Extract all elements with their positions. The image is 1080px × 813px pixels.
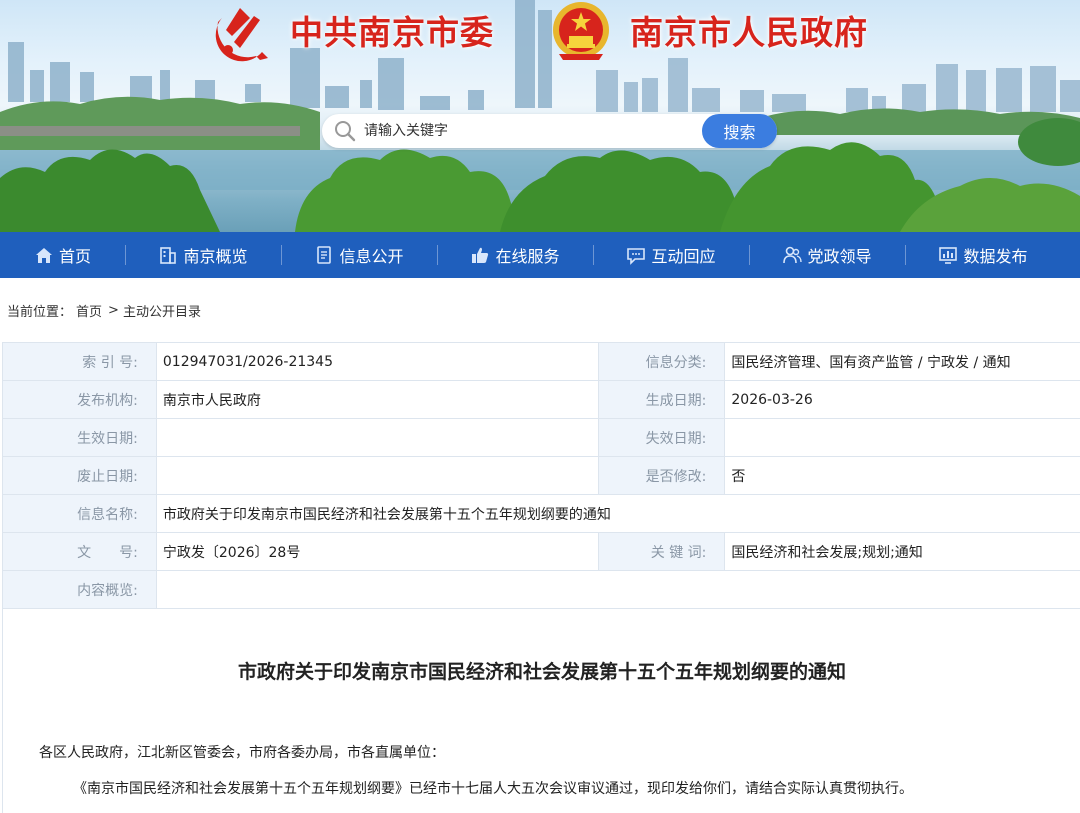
nav-item-label: 南京概览 [183, 247, 248, 266]
category-value: 国民经济管理、国有资产监管 / 宁政发 / 通知 [724, 342, 1080, 381]
expire-date-label: 失效日期: [598, 418, 726, 457]
document-number-value: 宁政发〔2026〕28号 [155, 532, 600, 571]
party-committee-title: 中共南京市委 [290, 13, 494, 52]
expire-date-value [724, 418, 1080, 457]
home-icon [35, 248, 52, 263]
modified-value: 否 [724, 456, 1080, 495]
modified-label: 是否修改: [598, 456, 726, 495]
keywords-label: 关 键 词: [598, 532, 726, 571]
nav-item-interaction[interactable]: 互动回应 [593, 232, 749, 278]
nav-item-data-release[interactable]: 数据发布 [905, 232, 1061, 278]
document-title: 市政府关于印发南京市国民经济和社会发展第十五个五年规划纲要的通知 [237, 661, 846, 683]
city-government-title: 南京市人民政府 [630, 13, 868, 52]
table-row: 废止日期: 是否修改: 否 [2, 456, 1080, 495]
abolish-date-value [155, 456, 600, 495]
nav-item-label: 在线服务 [495, 247, 560, 266]
summary-label: 内容概览: [2, 570, 157, 609]
nav-item-overview[interactable]: 南京概览 [125, 232, 281, 278]
table-row: 内容概览: [2, 570, 1080, 609]
breadcrumb-separator: > [108, 302, 119, 318]
breadcrumb-home-link[interactable]: 首页 [76, 301, 102, 320]
document-meta-table: 索 引 号: 012947031/2026-21345 信息分类: 国民经济管理… [2, 342, 1080, 609]
party-emblem-icon [210, 2, 276, 64]
thumbs-up-icon [472, 247, 489, 263]
search-input[interactable] [364, 119, 694, 143]
nav-item-disclosure[interactable]: 信息公开 [281, 232, 437, 278]
summary-value [155, 570, 1080, 609]
info-name-value: 市政府关于印发南京市国民经济和社会发展第十五个五年规划纲要的通知 [155, 494, 1080, 533]
nav-item-leadership[interactable]: 党政领导 [749, 232, 905, 278]
header-banner: 中共南京市委 南京市人民政府 搜索 [0, 0, 1080, 232]
national-emblem-icon [549, 0, 613, 68]
abolish-date-label: 废止日期: [2, 456, 157, 495]
publisher-value: 南京市人民政府 [155, 380, 600, 419]
nav-item-label: 党政领导 [807, 247, 872, 266]
people-icon [783, 246, 803, 264]
search-box: 搜索 [322, 114, 777, 148]
document-content: 市政府关于印发南京市国民经济和社会发展第十五个五年规划纲要的通知 各区人民政府，… [2, 609, 1080, 813]
table-row: 信息名称: 市政府关于印发南京市国民经济和社会发展第十五个五年规划纲要的通知 [2, 494, 1080, 533]
main-navigation: 首页 南京概览 信息公开 在线服务 互动回应 党政领导 数据发布 [0, 232, 1080, 278]
keywords-value: 国民经济和社会发展;规划;通知 [724, 532, 1080, 571]
search-icon [335, 121, 356, 142]
document-body-paragraph: 《南京市国民经济和社会发展第十五个五年规划纲要》已经市十七届人大五次会议审议通过… [73, 781, 913, 797]
breadcrumb-prefix: 当前位置： [7, 304, 73, 320]
index-number-label: 索 引 号: [2, 342, 157, 381]
document-icon [317, 246, 332, 264]
building-icon [160, 247, 177, 264]
document-number-label: 文 号: [2, 532, 157, 571]
breadcrumb: 当前位置： 首页 > 主动公开目录 [0, 278, 1080, 342]
breadcrumb-current-link[interactable]: 主动公开目录 [123, 301, 201, 320]
nav-item-label: 信息公开 [339, 247, 404, 266]
nav-item-home[interactable]: 首页 [0, 232, 125, 278]
index-number-value: 012947031/2026-21345 [155, 342, 600, 381]
chart-icon [939, 247, 958, 264]
created-date-label: 生成日期: [598, 380, 726, 419]
created-date-value: 2026-03-26 [724, 380, 1080, 419]
chat-icon [627, 248, 646, 265]
effective-date-label: 生效日期: [2, 418, 157, 457]
publisher-label: 发布机构: [2, 380, 157, 419]
table-row: 发布机构: 南京市人民政府 生成日期: 2026-03-26 [2, 380, 1080, 419]
table-row: 文 号: 宁政发〔2026〕28号 关 键 词: 国民经济和社会发展;规划;通知 [2, 532, 1080, 571]
effective-date-value [155, 418, 600, 457]
table-row: 生效日期: 失效日期: [2, 418, 1080, 457]
info-name-label: 信息名称: [2, 494, 157, 533]
nav-item-label: 首页 [58, 247, 91, 266]
table-row: 索 引 号: 012947031/2026-21345 信息分类: 国民经济管理… [2, 342, 1080, 381]
category-label: 信息分类: [598, 342, 726, 381]
search-button[interactable]: 搜索 [702, 114, 777, 148]
nav-item-label: 互动回应 [651, 247, 716, 266]
nav-item-label: 数据发布 [963, 247, 1028, 266]
nav-item-online-service[interactable]: 在线服务 [437, 232, 593, 278]
document-salutation: 各区人民政府，江北新区管委会，市府各委办局，市各直属单位： [39, 745, 445, 761]
